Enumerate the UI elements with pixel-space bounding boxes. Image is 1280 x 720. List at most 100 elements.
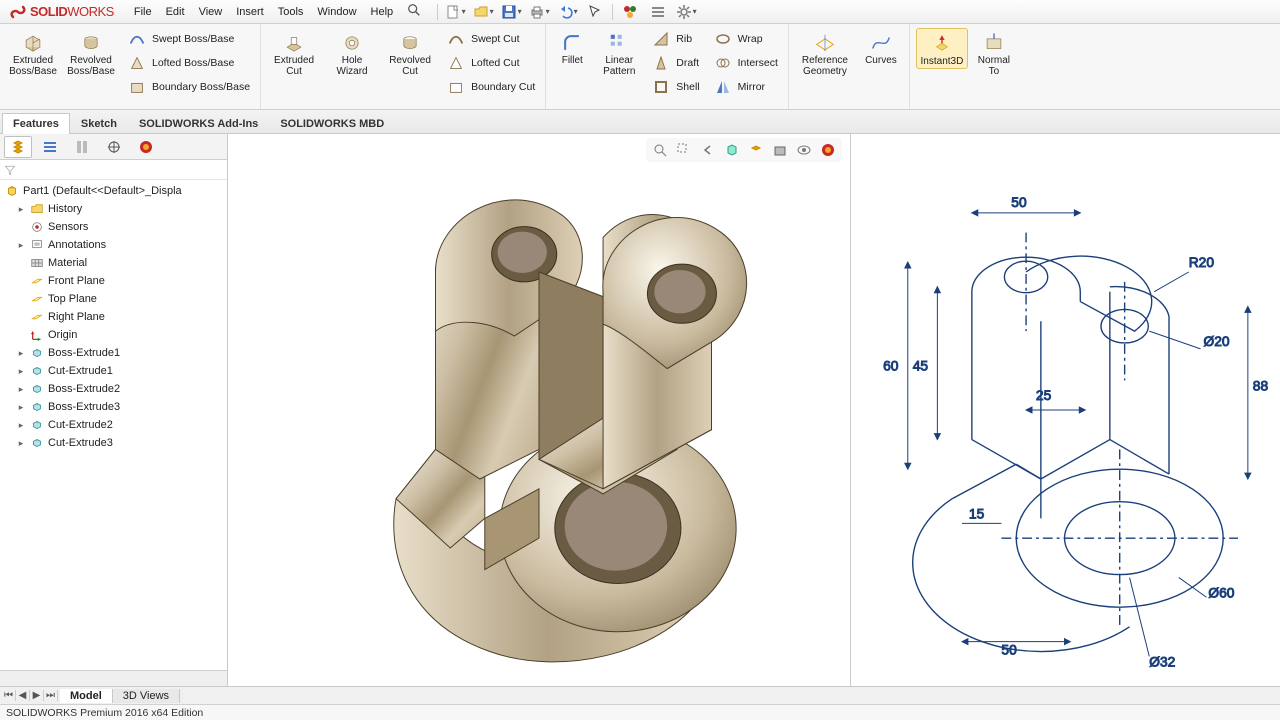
fm-tab-tree[interactable] [4, 136, 32, 158]
menu-edit[interactable]: Edit [160, 3, 191, 21]
quick-access-toolbar [437, 2, 697, 22]
options-list-button[interactable] [647, 2, 669, 22]
print-button[interactable] [528, 2, 550, 22]
tab-3dviews[interactable]: 3D Views [113, 689, 180, 703]
fm-tab-dim[interactable] [100, 136, 128, 158]
draft-button[interactable]: Draft [646, 52, 703, 74]
part-icon [4, 183, 20, 199]
menu-window[interactable]: Window [311, 3, 362, 21]
tree-item[interactable]: Sensors [0, 218, 227, 236]
menu-tools[interactable]: Tools [272, 3, 310, 21]
ribbon-group-boss: Extruded Boss/Base Revolved Boss/Base Sw… [0, 24, 261, 109]
lofted-cut-button[interactable]: Lofted Cut [441, 52, 539, 74]
curves-button[interactable]: Curves [859, 28, 903, 67]
lofted-boss-button[interactable]: Lofted Boss/Base [122, 52, 254, 74]
tree-item-icon [29, 345, 45, 361]
menu-file[interactable]: File [128, 3, 158, 21]
wrap-button[interactable]: Wrap [708, 28, 782, 50]
tab-sketch[interactable]: Sketch [70, 113, 128, 134]
status-text: SOLIDWORKS Premium 2016 x64 Edition [6, 707, 203, 719]
undo-button[interactable] [556, 2, 578, 22]
linear-pattern-icon [608, 32, 630, 54]
tree-item[interactable]: ▸Annotations [0, 236, 227, 254]
fm-tab-display[interactable] [132, 136, 160, 158]
rib-icon [650, 28, 672, 50]
rebuild-button[interactable] [619, 2, 641, 22]
lofted-boss-icon [126, 52, 148, 74]
main-area: Part1 (Default<<Default>_Displa ▸History… [0, 134, 1280, 686]
extruded-boss-button[interactable]: Extruded Boss/Base [6, 28, 60, 77]
boundary-boss-icon [126, 76, 148, 98]
new-button[interactable] [444, 2, 466, 22]
extruded-cut-button[interactable]: Extruded Cut [267, 28, 321, 77]
dim-hole: Ø20 [1204, 334, 1230, 349]
tree-item[interactable]: Right Plane [0, 308, 227, 326]
dim-height: 45 [913, 359, 929, 374]
open-button[interactable] [472, 2, 494, 22]
instant3d-icon [931, 33, 953, 55]
tree-item[interactable]: ▸Cut-Extrude2 [0, 416, 227, 434]
app-name: SOLIDWORKS [30, 4, 114, 19]
revolved-boss-button[interactable]: Revolved Boss/Base [64, 28, 118, 77]
tab-scroll-controls[interactable]: ⏮◀▶⏭ [0, 690, 60, 701]
tree-item[interactable]: ▸Boss-Extrude2 [0, 380, 227, 398]
swept-boss-button[interactable]: Swept Boss/Base [122, 28, 254, 50]
drawing-reference-pane: 50 45 60 25 R20 Ø20 88 15 50 Ø60 Ø32 [850, 134, 1280, 686]
linear-pattern-button[interactable]: Linear Pattern [596, 28, 642, 77]
tree-item-icon [29, 201, 45, 217]
tree-hscroll[interactable] [0, 670, 227, 686]
menu-insert[interactable]: Insert [230, 3, 270, 21]
ribbon-group-reference: Reference Geometry Curves [789, 24, 910, 109]
instant3d-button[interactable]: Instant3D [916, 28, 968, 69]
dim-slot: 15 [969, 506, 985, 521]
swept-cut-button[interactable]: Swept Cut [441, 28, 539, 50]
search-icon[interactable] [401, 0, 427, 23]
tree-item[interactable]: Front Plane [0, 272, 227, 290]
mirror-button[interactable]: Mirror [708, 76, 782, 98]
shell-button[interactable]: Shell [646, 76, 703, 98]
tree-item[interactable]: ▸History [0, 200, 227, 218]
ribbon-group-instant3d: Instant3D Normal To [910, 24, 1022, 109]
revolved-cut-icon [399, 32, 421, 54]
tree-root[interactable]: Part1 (Default<<Default>_Displa [0, 182, 227, 200]
tab-mbd[interactable]: SOLIDWORKS MBD [269, 113, 395, 134]
fm-tab-property[interactable] [36, 136, 64, 158]
tree-item[interactable]: Top Plane [0, 290, 227, 308]
menu-view[interactable]: View [193, 3, 229, 21]
intersect-button[interactable]: Intersect [708, 52, 782, 74]
tree-item[interactable]: ▸Cut-Extrude3 [0, 434, 227, 452]
fm-tab-config[interactable] [68, 136, 96, 158]
tree-item-icon [29, 255, 45, 271]
menu-help[interactable]: Help [365, 3, 400, 21]
rib-button[interactable]: Rib [646, 28, 703, 50]
normal-to-icon [983, 32, 1005, 54]
tree-item-icon [29, 399, 45, 415]
normal-to-button[interactable]: Normal To [972, 28, 1016, 77]
tree-item[interactable]: ▸Cut-Extrude1 [0, 362, 227, 380]
revolved-cut-button[interactable]: Revolved Cut [383, 28, 437, 77]
ribbon-group-cut: Extruded Cut Hole Wizard Revolved Cut Sw… [261, 24, 546, 109]
menu-bar: File Edit View Insert Tools Window Help [128, 0, 427, 23]
tree-item[interactable]: Origin [0, 326, 227, 344]
document-tabs: ⏮◀▶⏭ Model 3D Views [0, 686, 1280, 704]
tab-model[interactable]: Model [60, 689, 113, 703]
select-button[interactable] [584, 2, 606, 22]
boundary-boss-button[interactable]: Boundary Boss/Base [122, 76, 254, 98]
save-button[interactable] [500, 2, 522, 22]
fillet-button[interactable]: Fillet [552, 28, 592, 67]
tab-features[interactable]: Features [2, 113, 70, 134]
tab-addins[interactable]: SOLIDWORKS Add-Ins [128, 113, 269, 134]
feature-filter-bar[interactable] [0, 160, 227, 180]
dim-gap: 25 [1036, 388, 1052, 403]
tree-item[interactable]: Material [0, 254, 227, 272]
graphics-area[interactable] [228, 134, 850, 686]
tree-item[interactable]: ▸Boss-Extrude3 [0, 398, 227, 416]
reference-geometry-button[interactable]: Reference Geometry [795, 28, 855, 77]
settings-button[interactable] [675, 2, 697, 22]
tree-item-icon [29, 291, 45, 307]
hole-wizard-button[interactable]: Hole Wizard [325, 28, 379, 77]
tree-item-icon [29, 327, 45, 343]
tree-item[interactable]: ▸Boss-Extrude1 [0, 344, 227, 362]
tree-item-icon [29, 381, 45, 397]
boundary-cut-button[interactable]: Boundary Cut [441, 76, 539, 98]
